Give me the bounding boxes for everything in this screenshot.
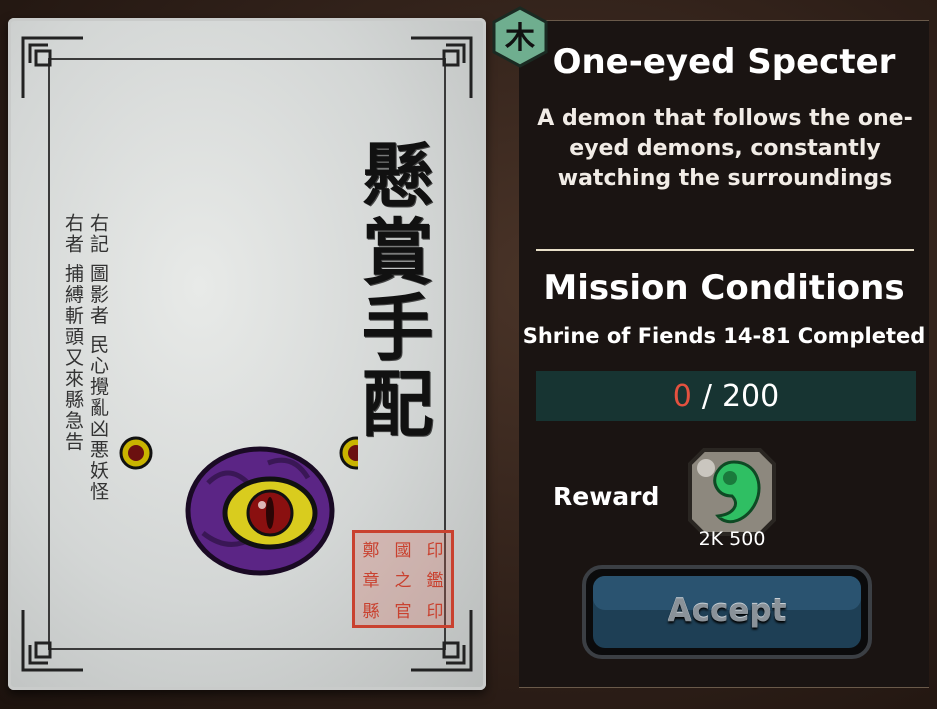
corner-ornament-icon xyxy=(21,610,83,672)
corner-ornament-icon xyxy=(411,36,473,98)
reward-amount: 2K 500 xyxy=(698,528,766,550)
progress-current: 0 xyxy=(672,378,692,414)
monster-name: One-eyed Specter xyxy=(552,42,896,82)
green-magatama-icon[interactable] xyxy=(684,444,780,540)
poster-title: 懸賞手配 xyxy=(349,138,434,442)
mission-conditions-title: Mission Conditions xyxy=(543,268,905,308)
poster-notice-text: 右記 圖影者 民心攪亂凶悪妖怪 右者 捕縛斬頭又來縣急告 xyxy=(62,213,109,503)
seal-char: 鄭 xyxy=(362,540,380,561)
reward-label: Reward xyxy=(553,482,660,511)
one-eyed-specter-icon xyxy=(119,436,358,576)
seal-char: 印 xyxy=(426,540,444,561)
accept-button-label[interactable]: Accept xyxy=(581,564,873,658)
divider xyxy=(536,249,914,251)
seal-char: 之 xyxy=(394,571,412,592)
corner-ornament-icon xyxy=(21,36,83,98)
seal-char: 官 xyxy=(394,602,412,623)
monster-description: A demon that follows the one-eyed demons… xyxy=(537,106,913,191)
red-seal-stamp: 鄭 國 印 章 之 鑑 縣 官 印 xyxy=(352,530,454,628)
mission-condition-text: Shrine of Fiends 14-81 Completed xyxy=(522,324,926,348)
seal-char: 國 xyxy=(394,540,412,561)
mission-progress: 0 / 200 xyxy=(536,371,916,421)
seal-char: 鑑 xyxy=(426,571,444,592)
progress-separator: / xyxy=(701,378,712,414)
seal-char: 章 xyxy=(362,571,380,592)
seal-char: 縣 xyxy=(362,602,380,623)
seal-char: 印 xyxy=(426,602,444,623)
wanted-poster: 右記 圖影者 民心攪亂凶悪妖怪 右者 捕縛斬頭又來縣急告 懸賞手配 鄭 國 印 … xyxy=(8,18,486,690)
progress-total: 200 xyxy=(721,378,780,414)
